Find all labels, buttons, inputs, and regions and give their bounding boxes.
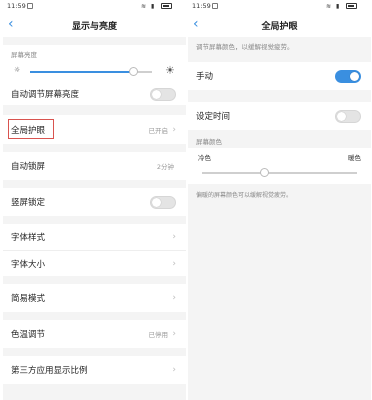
- chevron-right-icon: ›: [172, 329, 176, 339]
- portrait-lock-toggle[interactable]: [150, 195, 176, 209]
- status-bar: 11:59 ≋ ▮: [188, 0, 371, 13]
- auto-lock-label: 自动锁屏: [11, 162, 46, 172]
- cool-label: 冷色: [198, 154, 211, 162]
- signal-icon: ▮: [151, 3, 155, 10]
- third-party-ratio-row[interactable]: 第三方应用显示比例 ›: [3, 356, 186, 384]
- eye-care-row[interactable]: 全局护眼 已开启 ›: [3, 115, 186, 144]
- schedule-label: 设定时间: [196, 112, 231, 122]
- simple-mode-label: 简易模式: [11, 294, 46, 304]
- status-time: 11:59: [7, 2, 26, 10]
- auto-brightness-toggle[interactable]: [150, 87, 176, 101]
- manual-row[interactable]: 手动: [188, 62, 371, 90]
- brightness-section-label: 屏幕亮度: [3, 45, 186, 61]
- chevron-right-icon: ›: [172, 293, 176, 303]
- manual-label: 手动: [196, 72, 214, 82]
- color-thumb[interactable]: [259, 168, 269, 177]
- page-title: 全局护眼: [261, 22, 298, 32]
- color-temp-value: 已停用: [148, 331, 169, 339]
- warm-label: 暖色: [348, 154, 361, 162]
- wifi-icon: ≋: [326, 3, 332, 10]
- chevron-right-icon: ›: [172, 124, 176, 135]
- font-size-label: 字体大小: [11, 259, 46, 270]
- app-root: 11:59 ≋ ▮ ‹ 显示与亮度 屏幕亮度 ☼ ☀ 自动调节屏幕亮度 全局护眼: [0, 0, 372, 400]
- nav-bar: ‹ 显示与亮度: [3, 13, 186, 37]
- eye-care-value: 已开启: [148, 126, 169, 135]
- toggle-knob: [350, 71, 359, 81]
- nav-bar: ‹ 全局护眼: [188, 13, 371, 37]
- third-party-ratio-label: 第三方应用显示比例: [11, 366, 88, 376]
- chevron-right-icon: ›: [172, 232, 176, 242]
- brightness-thumb[interactable]: [129, 67, 139, 76]
- portrait-lock-label: 竖屏锁定: [11, 198, 46, 208]
- battery-icon: [346, 3, 357, 9]
- eye-care-screen: 11:59 ≋ ▮ ‹ 全局护眼 调节屏幕颜色，以缓解视觉疲劳。 手动 设定时间…: [188, 0, 371, 400]
- auto-brightness-label: 自动调节屏幕亮度: [11, 90, 80, 100]
- sun-large-icon: ☀: [165, 64, 175, 77]
- auto-lock-row[interactable]: 自动锁屏 2分钟: [3, 152, 186, 180]
- toggle-knob: [152, 89, 161, 99]
- highlight-frame: [8, 119, 54, 139]
- font-size-row[interactable]: 字体大小 ›: [3, 250, 186, 276]
- color-track[interactable]: [202, 172, 357, 174]
- wifi-icon: ≋: [141, 3, 147, 10]
- portrait-lock-row[interactable]: 竖屏锁定: [3, 188, 186, 216]
- auto-lock-value: 2分钟: [156, 163, 174, 171]
- manual-toggle[interactable]: [335, 69, 361, 83]
- font-style-row[interactable]: 字体样式 ›: [3, 224, 186, 250]
- signal-icon: ▮: [336, 3, 340, 10]
- battery-icon: [161, 3, 172, 9]
- intro-text: 调节屏幕颜色，以缓解视觉疲劳。: [196, 43, 294, 51]
- toggle-knob: [337, 111, 346, 121]
- status-time: 11:59: [192, 2, 211, 10]
- schedule-row[interactable]: 设定时间: [188, 102, 371, 130]
- color-temp-row[interactable]: 色温调节 已停用 ›: [3, 320, 186, 348]
- chevron-right-icon: ›: [172, 365, 176, 375]
- auto-brightness-row[interactable]: 自动调节屏幕亮度: [3, 83, 186, 105]
- toggle-knob: [152, 197, 161, 207]
- schedule-toggle[interactable]: [335, 109, 361, 123]
- screen-color-section-label: 屏幕颜色: [196, 138, 222, 146]
- brightness-slider[interactable]: ☼ ☀: [3, 61, 186, 83]
- page-title: 显示与亮度: [71, 22, 117, 32]
- chevron-right-icon: ›: [172, 258, 176, 269]
- font-style-label: 字体样式: [11, 233, 46, 243]
- brightness-fill: [30, 71, 134, 73]
- display-brightness-screen: 11:59 ≋ ▮ ‹ 显示与亮度 屏幕亮度 ☼ ☀ 自动调节屏幕亮度 全局护眼: [3, 0, 186, 400]
- simple-mode-row[interactable]: 简易模式 ›: [3, 284, 186, 312]
- status-bar: 11:59 ≋ ▮: [3, 0, 186, 13]
- notification-icon: [27, 3, 33, 9]
- sun-small-icon: ☼: [14, 66, 21, 74]
- eye-care-note: 偏暖的屏幕颜色可以缓解视觉疲劳。: [196, 192, 293, 199]
- notification-icon: [212, 3, 218, 9]
- color-temp-label: 色温调节: [11, 330, 46, 340]
- color-slider-panel: 冷色 暖色: [188, 148, 371, 184]
